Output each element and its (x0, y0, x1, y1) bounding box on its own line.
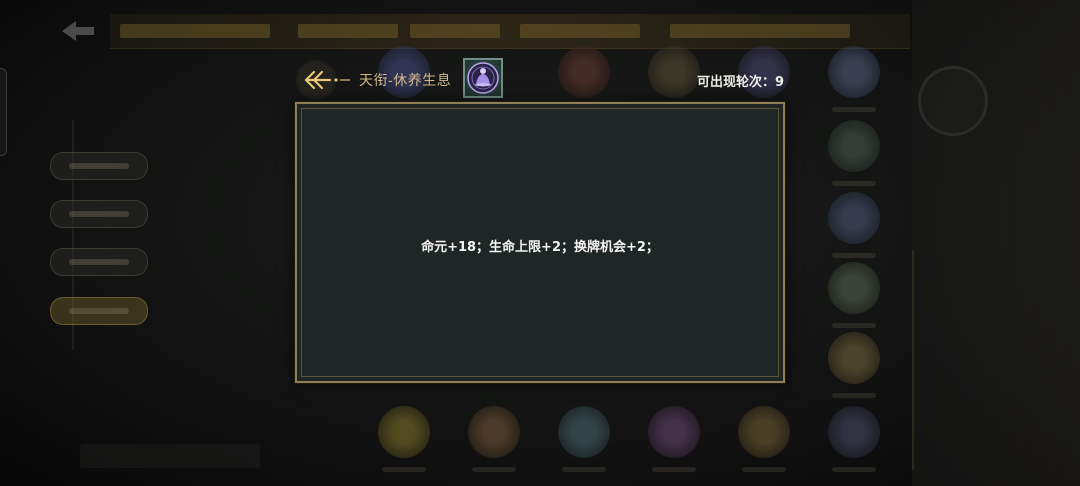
background-card-icon (828, 192, 880, 258)
rounds-value: 9 (775, 75, 785, 90)
background-card-icon (648, 406, 700, 472)
background-filter-pill-active (50, 297, 148, 325)
appearance-rounds: 可出现轮次：9 (697, 71, 784, 90)
background-bottom-bar (80, 444, 260, 468)
background-filter-pill (50, 248, 148, 276)
background-card-icon (828, 120, 880, 186)
background-back-icon (62, 21, 94, 41)
back-arrow-icon[interactable] (300, 66, 356, 94)
background-card-icon (558, 46, 610, 112)
event-detail-dialog: 命元+18；生命上限+2；换牌机会+2； (295, 102, 785, 383)
edge-tab[interactable] (0, 68, 7, 156)
event-effects-text: 命元+18；生命上限+2；换牌机会+2； (421, 240, 659, 255)
background-right-line (912, 250, 914, 470)
game-screen: 天衔-休养生息 可出现轮次：9 命元+18；生命上限+2；换牌机会+2； (0, 0, 1080, 486)
background-card-icon (378, 406, 430, 472)
rounds-label: 可出现轮次： (697, 75, 776, 90)
background-filter-pill (50, 200, 148, 228)
background-card-icon (828, 262, 880, 328)
meditating-figure-emblem-icon (463, 58, 503, 98)
event-title: 天衔-休养生息 (359, 73, 452, 89)
background-card-icon (828, 332, 880, 398)
background-filter-pill (50, 152, 148, 180)
background-top-bar (110, 14, 910, 49)
background-card-icon (828, 46, 880, 112)
background-ring (918, 66, 988, 136)
background-card-icon (738, 406, 790, 472)
background-card-icon (468, 406, 520, 472)
background-card-icon (648, 46, 700, 112)
background-card-icon (558, 406, 610, 472)
background-card-icon (828, 406, 880, 472)
